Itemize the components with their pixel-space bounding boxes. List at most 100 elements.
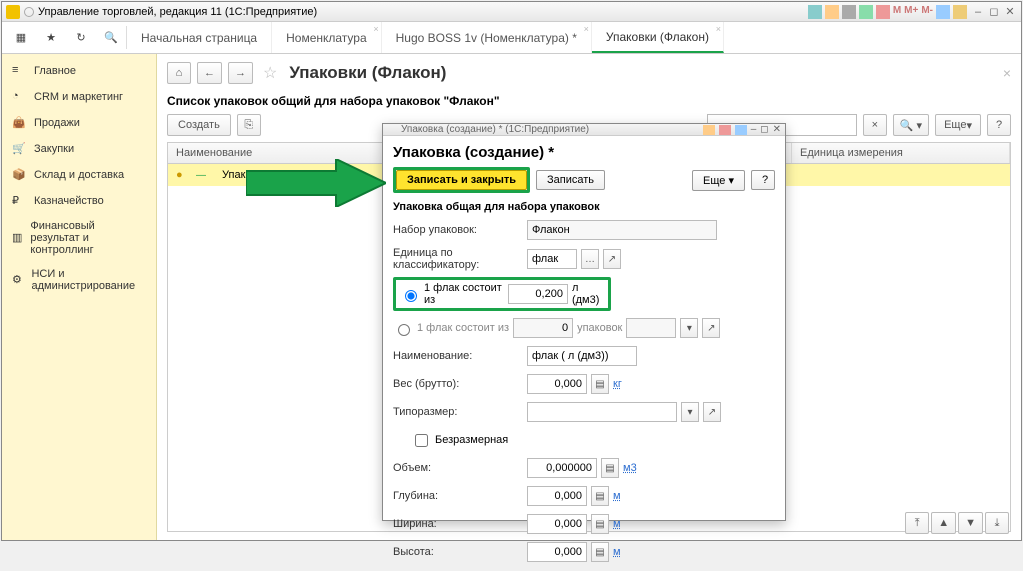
search-icon[interactable]: 🔍 — [96, 22, 126, 53]
col-unit[interactable]: Единица измерения — [792, 143, 1010, 163]
calc-icon[interactable]: ▤ — [591, 374, 609, 394]
close-icon[interactable]: × — [716, 24, 721, 34]
maximize-icon[interactable]: ◻ — [987, 5, 1001, 19]
tool-icon[interactable] — [703, 125, 715, 135]
titlebar-tool-icons: M M+ M- — [808, 5, 967, 19]
create-button[interactable]: Создать — [167, 114, 231, 136]
close-icon[interactable]: ✕ — [1003, 5, 1017, 19]
save-and-close-button[interactable]: Записать и закрыть — [396, 170, 527, 190]
nav-down-icon[interactable]: ▼ — [958, 512, 983, 534]
grid-nav: ⤒ ▲ ▼ ⤓ — [905, 512, 1009, 534]
label-name: Наименование: — [393, 350, 523, 362]
weight-unit[interactable]: кг — [613, 378, 622, 390]
sidebar-item-warehouse[interactable]: 📦Склад и доставка — [2, 162, 156, 188]
sidebar-item-treasury[interactable]: ₽Казначейство — [2, 188, 156, 214]
calc-icon[interactable]: ▤ — [591, 486, 609, 506]
m-minus-icon[interactable]: M- — [921, 5, 933, 19]
more-button[interactable]: Еще ▾ — [692, 170, 745, 191]
minimize-icon[interactable]: – — [751, 124, 757, 135]
search-button[interactable]: 🔍 ▾ — [893, 114, 929, 136]
help-button[interactable]: ? — [987, 114, 1011, 136]
app-titlebar: Управление торговлей, редакция 11 (1С:Пр… — [2, 2, 1021, 22]
open-button[interactable]: ↗ — [603, 249, 621, 269]
label-depth: Глубина: — [393, 490, 523, 502]
m-plus-icon[interactable]: M+ — [904, 5, 918, 19]
calc-icon[interactable]: ▤ — [591, 542, 609, 562]
tool-icon[interactable] — [859, 5, 873, 19]
tool-icon[interactable] — [808, 5, 822, 19]
select-button[interactable]: … — [581, 249, 599, 269]
sidebar-item-finance[interactable]: ▥Финансовый результат и контроллинг — [2, 214, 156, 262]
favorite-icon[interactable]: ★ — [36, 22, 66, 53]
sidebar-item-nsi[interactable]: ⚙НСИ и администрирование — [2, 262, 156, 298]
app-title: Управление торговлей, редакция 11 (1С:Пр… — [38, 6, 317, 18]
classifier-field[interactable] — [527, 249, 577, 269]
ruble-icon: ₽ — [12, 194, 26, 208]
more-button[interactable]: Еще ▾ — [935, 114, 981, 136]
height-unit[interactable]: м — [613, 546, 621, 558]
consist-radio-1[interactable] — [405, 290, 417, 302]
nav-up-icon[interactable]: ▲ — [931, 512, 956, 534]
name-field[interactable] — [527, 346, 637, 366]
close-icon[interactable]: × — [373, 24, 378, 34]
weight-field[interactable] — [527, 374, 587, 394]
dropdown-icon: ▾ — [680, 318, 698, 338]
sidebar-item-main[interactable]: ≡Главное — [2, 58, 156, 84]
forward-button[interactable]: → — [228, 62, 253, 84]
m-icon[interactable]: M — [893, 5, 901, 19]
open-button[interactable]: ↗ — [703, 402, 721, 422]
width-field[interactable] — [527, 514, 587, 534]
apps-icon[interactable]: ▦ — [6, 22, 36, 53]
favorite-toggle-icon[interactable]: ☆ — [263, 63, 277, 83]
tool-icon[interactable] — [842, 5, 856, 19]
tool-icon[interactable] — [876, 5, 890, 19]
tool-icon[interactable] — [735, 125, 747, 135]
depth-unit[interactable]: м — [613, 490, 621, 502]
tab-hugo-boss[interactable]: Hugo BOSS 1v (Номенклатура) *× — [382, 22, 592, 53]
back-button[interactable]: ← — [197, 62, 222, 84]
tool-icon[interactable] — [936, 5, 950, 19]
calc-icon[interactable]: ▤ — [591, 514, 609, 534]
typesize-field[interactable] — [527, 402, 677, 422]
save-button[interactable]: Записать — [536, 170, 605, 190]
depth-field[interactable] — [527, 486, 587, 506]
sidebar-item-purchases[interactable]: 🛒Закупки — [2, 136, 156, 162]
consist-radio-2[interactable] — [398, 324, 410, 336]
tool-icon[interactable] — [825, 5, 839, 19]
state-icon — [24, 7, 34, 17]
sidebar-item-crm[interactable]: ◔CRM и маркетинг — [2, 84, 156, 110]
history-icon[interactable]: ↻ — [66, 22, 96, 53]
tab-nomenclature[interactable]: Номенклатура× — [272, 22, 382, 53]
dialog-title: Упаковка (создание) * — [393, 144, 775, 161]
volume-field[interactable] — [527, 458, 597, 478]
close-icon[interactable]: × — [584, 24, 589, 34]
tab-packages[interactable]: Упаковки (Флакон)× — [592, 22, 724, 53]
menu-icon: ≡ — [12, 64, 26, 78]
height-field[interactable] — [527, 542, 587, 562]
sidebar-item-sales[interactable]: 👜Продажи — [2, 110, 156, 136]
close-icon[interactable]: ✕ — [773, 124, 781, 135]
tool-icon[interactable] — [953, 5, 967, 19]
dimless-checkbox[interactable] — [415, 434, 428, 447]
copy-button[interactable]: ⎘ — [237, 114, 261, 136]
tool-icon[interactable] — [719, 125, 731, 135]
width-unit[interactable]: м — [613, 518, 621, 530]
dropdown-icon[interactable]: ▾ — [681, 402, 699, 422]
minimize-icon[interactable]: – — [971, 5, 985, 19]
close-page-icon[interactable]: × — [1003, 65, 1011, 81]
set-field[interactable] — [527, 220, 717, 240]
volume-unit[interactable]: м3 — [623, 462, 637, 474]
tab-start[interactable]: Начальная страница — [127, 22, 272, 53]
consist1-unit: л (дм3) — [572, 282, 604, 306]
consist1-value[interactable] — [508, 284, 568, 304]
home-button[interactable]: ⌂ — [167, 62, 191, 84]
row-state-icon: — — [188, 170, 214, 181]
nav-last-icon[interactable]: ⤓ — [985, 512, 1009, 534]
nav-first-icon[interactable]: ⤒ — [905, 512, 929, 534]
row-name: Упаковк — [214, 169, 270, 181]
calc-icon[interactable]: ▤ — [601, 458, 619, 478]
label-volume: Объем: — [393, 462, 523, 474]
maximize-icon[interactable]: ◻ — [760, 124, 768, 135]
clear-search-button[interactable]: × — [863, 114, 887, 136]
help-button[interactable]: ? — [751, 170, 775, 190]
